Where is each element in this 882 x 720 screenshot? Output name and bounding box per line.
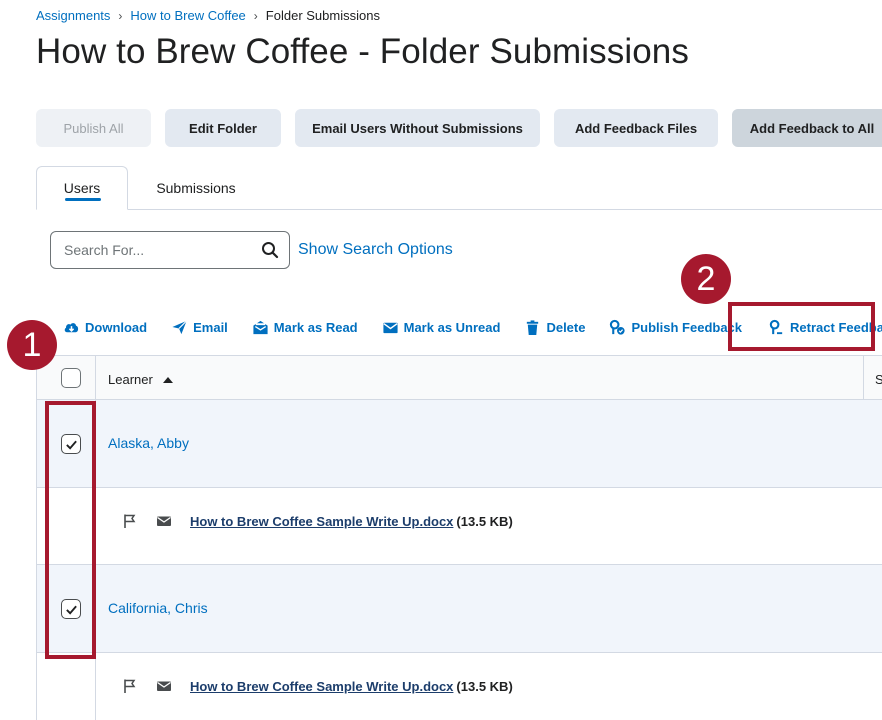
breadcrumb-assignments-link[interactable]: Assignments [36,8,110,23]
submissions-table: Learner S Alaska, Abby How to Brew Coffe… [36,355,882,720]
sort-ascending-icon [162,376,173,383]
column-divider [863,356,864,400]
learner-header-label: Learner [108,372,153,387]
tab-users-label: Users [63,180,101,196]
status-column-header[interactable]: S [875,372,882,387]
tab-submissions-label: Submissions [156,180,236,196]
table-header: Learner S [37,356,882,400]
callout-badge-2: 2 [681,254,731,304]
file-entry: How to Brew Coffee Sample Write Up.docx … [122,678,513,694]
breadcrumb-assignment-link[interactable]: How to Brew Coffee [130,8,245,23]
publish-feedback-icon [610,319,626,335]
file-link[interactable]: How to Brew Coffee Sample Write Up.docx [190,514,453,529]
email-action[interactable]: Email [171,317,228,337]
download-action[interactable]: Download [63,317,147,337]
publish-feedback-action[interactable]: Publish Feedback [609,317,742,337]
callout-badge-1: 1 [7,320,57,370]
tab-users[interactable]: Users [36,166,128,210]
table-row: Alaska, Abby [37,400,882,488]
button-toolbar: Publish All Edit Folder Email Users With… [36,109,882,147]
learner-name-link[interactable]: Alaska, Abby [108,435,189,451]
file-size: (13.5 KB) [456,678,513,694]
search-icon[interactable] [261,241,279,259]
show-search-options-link[interactable]: Show Search Options [298,241,453,259]
flag-icon[interactable] [122,513,138,529]
edit-folder-button[interactable]: Edit Folder [165,109,281,147]
mark-as-unread-label: Mark as Unread [403,319,501,335]
add-feedback-files-button[interactable]: Add Feedback Files [554,109,718,147]
publish-feedback-label: Publish Feedback [631,319,743,335]
mark-as-read-label: Mark as Read [273,319,358,335]
table-row: How to Brew Coffee Sample Write Up.docx … [37,488,882,565]
flag-icon[interactable] [122,678,138,694]
email-users-without-submissions-button[interactable]: Email Users Without Submissions [295,109,540,147]
file-link[interactable]: How to Brew Coffee Sample Write Up.docx [190,679,453,694]
select-all-checkbox[interactable] [61,368,81,388]
page-title: How to Brew Coffee - Folder Submissions [36,32,689,71]
search-input[interactable] [64,242,254,258]
file-size: (13.5 KB) [456,513,513,529]
publish-all-button[interactable]: Publish All [36,109,151,147]
delete-action[interactable]: Delete [524,317,585,337]
table-row: How to Brew Coffee Sample Write Up.docx … [37,653,882,720]
mail-open-icon [253,320,268,334]
envelope-icon[interactable] [156,678,172,694]
envelope-icon [383,322,398,333]
download-label: Download [85,319,148,335]
cloud-download-icon [64,322,79,332]
delete-label: Delete [546,319,586,335]
mark-as-unread-action[interactable]: Mark as Unread [382,317,501,337]
learner-name-link[interactable]: California, Chris [108,600,208,616]
callout-highlight-checkboxes [45,401,96,659]
email-label: Email [193,319,228,335]
tab-submissions[interactable]: Submissions [148,166,244,210]
active-tab-indicator [65,198,101,201]
search-box [50,231,290,269]
send-icon [172,319,188,334]
learner-column-header[interactable]: Learner [108,372,173,387]
chevron-right-icon: › [118,8,123,23]
envelope-icon[interactable] [156,513,172,529]
tab-bar: Users Submissions [36,166,882,210]
file-entry: How to Brew Coffee Sample Write Up.docx … [122,513,513,529]
table-row: California, Chris [37,565,882,653]
add-feedback-to-all-button[interactable]: Add Feedback to All [732,109,882,147]
mark-as-read-action[interactable]: Mark as Read [252,317,358,337]
chevron-right-icon: › [253,8,258,23]
callout-highlight-retract-feedback [728,302,875,351]
trash-icon [527,319,539,335]
breadcrumb-current: Folder Submissions [265,8,380,23]
breadcrumb: Assignments › How to Brew Coffee › Folde… [36,8,380,23]
